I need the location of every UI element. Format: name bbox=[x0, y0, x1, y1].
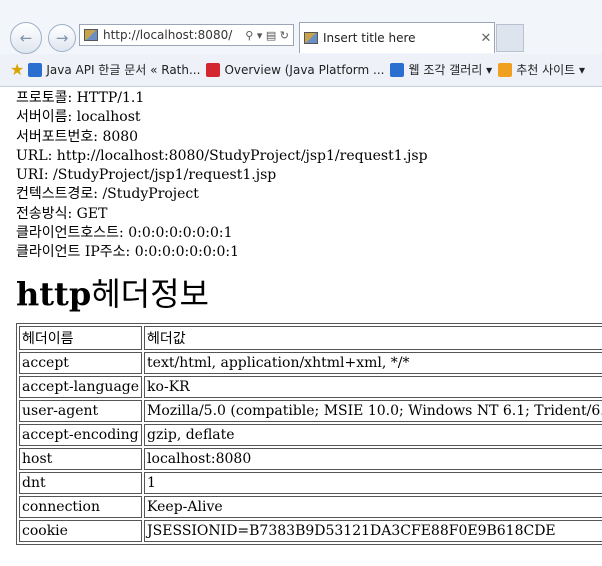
page-content: 프로토콜: HTTP/1.1 서버이름: localhost 서버포트번호: 808… bbox=[16, 89, 602, 545]
tab-favicon-icon bbox=[304, 32, 318, 44]
table-row: connection Keep-Alive bbox=[19, 495, 602, 518]
favorite-label[interactable]: 웹 조각 갤러리 ▾ bbox=[408, 61, 492, 78]
info-line: 컨텍스트경로: /StudyProject bbox=[16, 186, 199, 203]
favorites-bar: ★ Java API 한글 문서 « Rath... Overview (Java… bbox=[0, 54, 602, 85]
new-tab-button[interactable] bbox=[496, 24, 524, 52]
table-row: accept-encoding gzip, deflate bbox=[19, 423, 602, 446]
info-line: 서버포트번호: 8080 bbox=[16, 128, 139, 145]
page-heading: http헤더정보 bbox=[16, 277, 596, 311]
header-name-cell: accept-encoding bbox=[19, 423, 143, 446]
header-name-column: 헤더이름 bbox=[19, 325, 143, 350]
headers-table: 헤더이름 헤더값 accept text/html, application/xh… bbox=[16, 322, 602, 545]
heading-bold: http bbox=[16, 274, 92, 313]
header-name-cell: dnt bbox=[19, 471, 143, 494]
info-line: 프로토콜: HTTP/1.1 bbox=[16, 90, 145, 106]
favorite-label[interactable]: 추천 사이트 ▾ bbox=[516, 61, 585, 78]
table-row: user-agent Mozilla/5.0 (compatible; MSIE … bbox=[19, 399, 602, 422]
java-icon bbox=[206, 62, 221, 77]
header-name-cell: cookie bbox=[19, 519, 143, 542]
header-value-cell: ko-KR bbox=[144, 375, 602, 398]
header-name-cell: connection bbox=[19, 495, 143, 518]
table-row: accept-language ko-KR bbox=[19, 375, 602, 398]
page-favicon-icon bbox=[84, 29, 98, 41]
header-value-cell: Mozilla/5.0 (compatible; MSIE 10.0; Wind… bbox=[144, 399, 602, 422]
ie-page-icon bbox=[28, 62, 43, 77]
compat-view-icon[interactable]: ▤ bbox=[266, 29, 276, 42]
refresh-icon[interactable]: ↻ bbox=[280, 29, 289, 42]
close-icon[interactable]: ✕ bbox=[478, 31, 494, 46]
header-value-cell: 1 bbox=[144, 471, 602, 494]
header-name-cell: accept bbox=[19, 351, 143, 374]
tab-active[interactable]: Insert title here ✕ bbox=[299, 22, 495, 53]
header-name-cell: user-agent bbox=[19, 399, 143, 422]
tab-title[interactable]: Insert title here bbox=[323, 31, 478, 45]
favorite-label[interactable]: Java API 한글 문서 « Rath... bbox=[46, 61, 200, 78]
table-row: host localhost:8080 bbox=[19, 447, 602, 470]
dropdown-icon[interactable]: ▾ bbox=[257, 29, 263, 42]
heading-rest: 헤더정보 bbox=[91, 274, 209, 313]
header-value-cell: localhost:8080 bbox=[144, 447, 602, 470]
info-line: 전송방식: GET bbox=[16, 205, 108, 222]
info-line: URI: /StudyProject/jsp1/request1.jsp bbox=[16, 167, 277, 184]
favorite-item[interactable]: 추천 사이트 ▾ bbox=[498, 61, 585, 78]
info-line: 클라이언트호스트: 0:0:0:0:0:0:0:1 bbox=[16, 225, 233, 242]
address-actions[interactable]: ⚲ ▾ ▤ ↻ bbox=[245, 29, 293, 42]
table-header-row: 헤더이름 헤더값 bbox=[19, 325, 602, 350]
favorites-star-icon[interactable]: ★ bbox=[10, 60, 24, 79]
forward-arrow-icon[interactable]: → bbox=[48, 24, 76, 52]
header-value-cell: JSESSIONID=B7383B9D53121DA3CFE88F0E9B618… bbox=[144, 519, 602, 542]
suggested-sites-icon bbox=[498, 62, 513, 77]
address-bar[interactable]: http://localhost:8080/ ⚲ ▾ ▤ ↻ bbox=[79, 24, 294, 46]
header-value-cell: gzip, deflate bbox=[144, 423, 602, 446]
table-row: dnt 1 bbox=[19, 471, 602, 494]
browser-chrome: ← → http://localhost:8080/ ⚲ ▾ ▤ ↻ Inser… bbox=[0, 0, 602, 87]
favorite-item[interactable]: 웹 조각 갤러리 ▾ bbox=[390, 61, 492, 78]
favorite-label[interactable]: Overview (Java Platform ... bbox=[224, 63, 384, 77]
favorite-item[interactable]: Overview (Java Platform ... bbox=[206, 62, 384, 77]
table-row: accept text/html, application/xhtml+xml, … bbox=[19, 351, 602, 374]
header-value-cell: Keep-Alive bbox=[144, 495, 602, 518]
favorite-item[interactable]: Java API 한글 문서 « Rath... bbox=[28, 61, 200, 78]
info-line: 클라이언트 IP주소: 0:0:0:0:0:0:0:1 bbox=[16, 244, 240, 261]
header-name-cell: accept-language bbox=[19, 375, 143, 398]
back-arrow-icon[interactable]: ← bbox=[10, 22, 42, 54]
request-info: 프로토콜: HTTP/1.1 서버이름: localhost 서버포트번호: 808… bbox=[16, 89, 596, 263]
info-line: 서버이름: localhost bbox=[16, 109, 141, 126]
info-line: URL: http://localhost:8080/StudyProject/… bbox=[16, 147, 428, 164]
web-slice-icon bbox=[390, 62, 405, 77]
table-row: cookie JSESSIONID=B7383B9D53121DA3CFE88F0… bbox=[19, 519, 602, 542]
header-value-column: 헤더값 bbox=[144, 325, 602, 350]
header-name-cell: host bbox=[19, 447, 143, 470]
header-value-cell: text/html, application/xhtml+xml, */* bbox=[144, 351, 602, 374]
navigation-bar: ← → http://localhost:8080/ ⚲ ▾ ▤ ↻ Inser… bbox=[0, 0, 602, 54]
search-icon[interactable]: ⚲ bbox=[245, 29, 253, 42]
address-text[interactable]: http://localhost:8080/ bbox=[103, 28, 245, 42]
